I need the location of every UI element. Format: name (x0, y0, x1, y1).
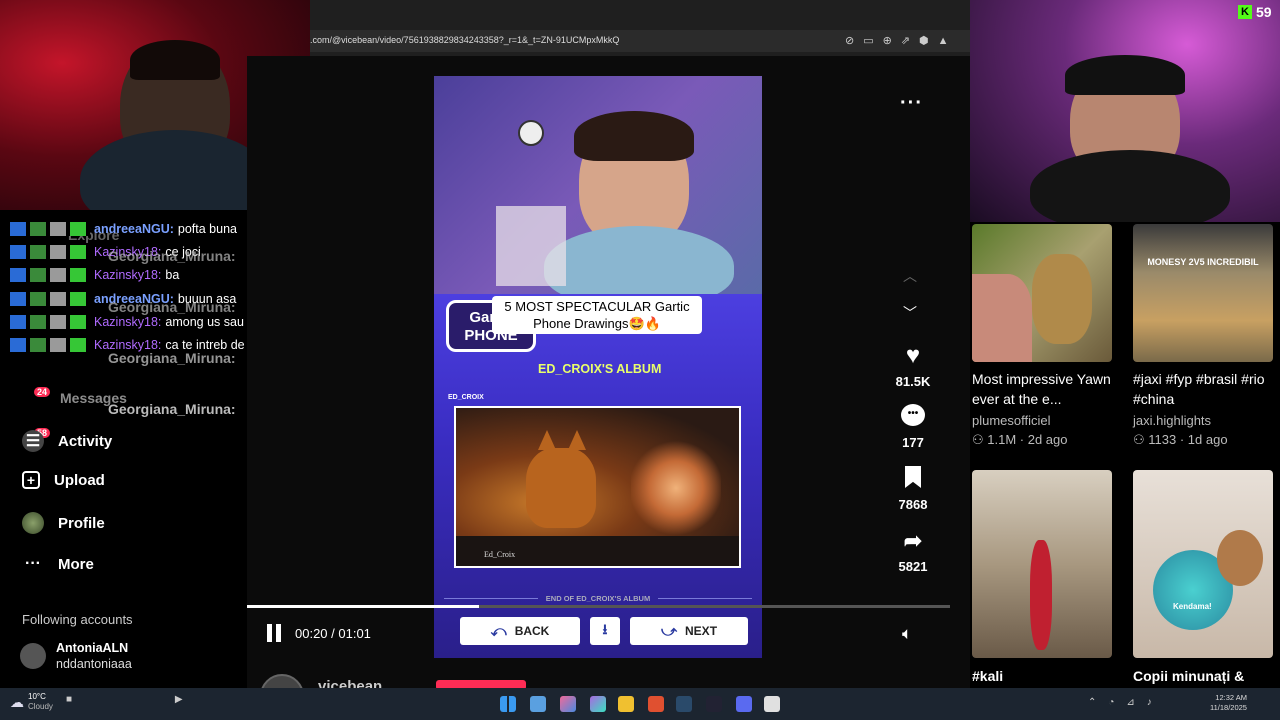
gartic-download-button[interactable]: ⭳ (590, 617, 620, 645)
browser-icon[interactable] (648, 696, 664, 712)
video-player[interactable]: Gartic PHONE ED_CROIX'S ALBUM ED_CROIX E… (434, 76, 762, 658)
person-icon: ⚇ (1133, 432, 1149, 447)
recommendation-thumb[interactable] (972, 470, 1112, 658)
bookmark-icon (905, 466, 921, 488)
pause-icon[interactable] (267, 624, 285, 642)
gartic-back-button[interactable]: ⤺ BACK (460, 617, 580, 645)
follower-counter: K 59 (1238, 4, 1272, 20)
widgets-icon[interactable] (590, 696, 606, 712)
weather-widget[interactable]: ☁ 10°C Cloudy (10, 692, 53, 712)
start-icon[interactable] (500, 696, 516, 712)
wall-clock-icon (518, 120, 544, 146)
video-time: 00:20 / 01:01 (295, 626, 371, 641)
chat-message: andreeaNGU: pofta buna (10, 219, 237, 239)
bookmark-action[interactable]: 7868 (893, 466, 933, 512)
chat-message: Georgiana_Miruna: (108, 350, 236, 366)
recommendation-meta: ⚇ 1.1M · 2d ago (972, 432, 1068, 447)
recommendation-thumb[interactable]: Kendama! (1133, 470, 1273, 658)
chat-badges (10, 268, 90, 282)
recommendation-caption[interactable]: #kali (972, 666, 1003, 686)
recommendation-author[interactable]: plumesofficiel (972, 413, 1051, 428)
chat-badges (10, 245, 90, 259)
terminal-icon[interactable] (706, 696, 722, 712)
drawer-name: ED_CROIX (448, 394, 484, 401)
following-header: Following accounts (22, 612, 133, 627)
comment-bubble-icon: ••• (901, 404, 925, 426)
following-account[interactable]: AntoniaALN nddantoniaaa (20, 640, 132, 672)
heart-icon: ♥ (905, 342, 921, 369)
album-end-divider: END OF ED_CROIX'S ALBUM (434, 594, 762, 603)
recommendation-caption[interactable]: Most impressive Yawn ever at the e... (972, 369, 1112, 409)
recommendation-meta: ⚇ 1133 · 1d ago (1133, 432, 1228, 447)
chat-badges (10, 338, 90, 352)
recommendation-author[interactable]: jaxi.highlights (1133, 413, 1211, 428)
share-arrow-icon: ➦ (903, 528, 923, 553)
activity-icon: ☰ (22, 430, 44, 452)
gartic-phone-frame: Gartic PHONE ED_CROIX'S ALBUM ED_CROIX E… (434, 294, 762, 658)
browser-action-icons[interactable]: ⊘▭⊕⇗⬢▲ (845, 34, 958, 47)
more-dots-icon: ··· (25, 555, 41, 572)
recommendation-thumb[interactable] (972, 224, 1112, 362)
steam-icon[interactable] (676, 696, 692, 712)
chat-badges (10, 222, 90, 236)
kick-logo-icon: K (1238, 5, 1252, 19)
upload-plus-icon: + (22, 471, 40, 489)
system-tray-icons[interactable]: ⌃◔⊿♪ (1088, 697, 1164, 708)
nav-activity[interactable]: ☰ Activity (22, 430, 112, 452)
nav-upload[interactable]: + Upload (22, 471, 105, 489)
back-arrow-icon: ⤺ (490, 622, 507, 640)
gartic-next-button[interactable]: ⤻ NEXT (630, 617, 748, 645)
recommendation-caption[interactable]: #jaxi #fyp #brasil #rio #china (1133, 369, 1273, 409)
shelf (496, 206, 566, 286)
person-icon: ⚇ (972, 432, 988, 447)
chat-message: Georgiana_Miruna: (108, 299, 236, 315)
nav-more[interactable]: ··· More (22, 553, 94, 575)
nav-profile[interactable]: Profile (22, 512, 105, 534)
next-video-icon[interactable]: ﹀ (903, 303, 917, 323)
more-options-icon[interactable]: ··· (900, 92, 923, 115)
next-arrow-icon: ⤻ (660, 622, 678, 640)
app-icon[interactable] (764, 696, 780, 712)
webcam-right: K 59 (970, 0, 1280, 222)
chat-message: Georgiana_Miruna: (108, 248, 236, 264)
recommendation-caption[interactable]: Copii minunați & (1133, 666, 1244, 686)
cat-drawing: Ed_Croix (454, 406, 741, 568)
cloud-icon: ☁ (10, 693, 24, 710)
media-controls[interactable]: ■ ▶ (66, 694, 233, 705)
like-action[interactable]: ♥ 81.5K (893, 342, 933, 389)
progress-fill (247, 605, 479, 608)
file-explorer-icon[interactable] (618, 696, 634, 712)
address-bar[interactable]: .com/@vicebean/video/7561938829834243358… (310, 30, 970, 52)
previous-video-icon[interactable]: ︿ (903, 266, 917, 286)
album-title: ED_CROIX'S ALBUM (538, 362, 662, 376)
discord-icon[interactable] (736, 696, 752, 712)
chat-message: Georgiana_Miruna: (108, 401, 236, 417)
account-avatar (20, 643, 46, 669)
video-caption: 5 MOST SPECTACULAR Gartic Phone Drawings… (492, 296, 702, 334)
recommendation-thumb[interactable]: MONESY 2V5 INCREDIBIL (1133, 224, 1273, 362)
comment-action[interactable]: ••• 177 (893, 404, 933, 450)
clock[interactable]: 12:32 AM 11/18/2025 (1210, 693, 1247, 713)
chat-badges (10, 292, 90, 306)
video-webcam-scene (434, 76, 762, 306)
download-icon: ⭳ (602, 621, 608, 637)
chat-message: Kazinsky18: ba (10, 265, 179, 285)
share-action[interactable]: ➦ 5821 (893, 528, 933, 574)
search-icon[interactable] (530, 696, 546, 712)
messages-badge: 24 (34, 387, 51, 397)
copilot-icon[interactable] (560, 696, 576, 712)
chat-badges (10, 315, 90, 329)
volume-icon[interactable]: 🔈︎ (902, 624, 912, 644)
profile-avatar-icon (22, 512, 44, 534)
